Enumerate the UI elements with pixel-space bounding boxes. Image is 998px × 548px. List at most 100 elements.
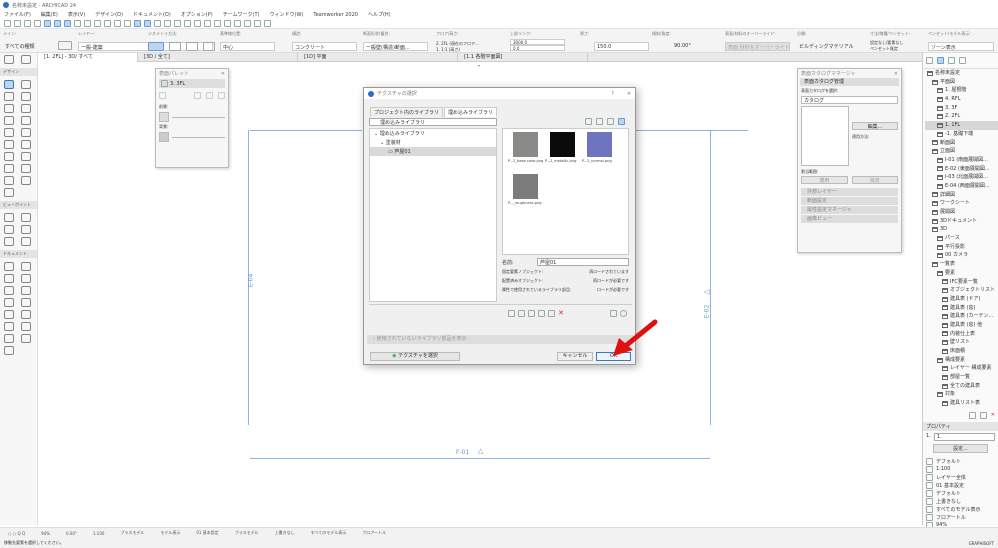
navigator-item[interactable]: 00 カメラ [925, 251, 998, 260]
property-row[interactable]: レイヤー全体 [926, 473, 995, 481]
menu-item[interactable]: ファイル(F) [4, 11, 31, 18]
navigator-item[interactable]: 部屋一覧 [925, 373, 998, 382]
properties-header[interactable]: プロパティ [923, 422, 998, 431]
list-view-icon[interactable] [596, 118, 603, 125]
catalog-list[interactable] [801, 106, 849, 166]
menu-item[interactable]: チームワーク(T) [223, 11, 260, 18]
navigator-item[interactable]: 3. 3F [925, 104, 998, 113]
plan-icon[interactable] [174, 20, 181, 27]
unused-parts-toggle[interactable]: › 使用されていないライブラリ部品を表示 [367, 335, 633, 344]
door-tool-icon[interactable] [20, 128, 31, 137]
wall-tool-icon[interactable] [4, 80, 14, 89]
mesh-tool-icon[interactable] [20, 116, 31, 125]
surface-select[interactable]: 3. 3FL [159, 79, 225, 88]
navigator-item[interactable]: 3Dドキュメント [925, 217, 998, 226]
library-folder-select[interactable]: 埋め込みライブラリ [369, 118, 497, 126]
elevation-marker-e02[interactable]: E-02 [703, 305, 710, 319]
relink-icon[interactable] [538, 309, 546, 317]
texture-thumbnail[interactable] [513, 132, 538, 157]
menu-item[interactable]: Teamworker 2020 [313, 12, 358, 18]
layers-icon[interactable] [144, 20, 151, 27]
info-icon[interactable] [620, 309, 627, 317]
navigator-item[interactable]: 対象 [925, 390, 998, 399]
clone-icon[interactable] [979, 412, 987, 419]
hotspot-tool-icon[interactable] [4, 334, 14, 343]
pick-icon[interactable] [159, 92, 166, 99]
fill-tool-icon[interactable] [20, 298, 31, 307]
foreground-swatch[interactable] [159, 112, 169, 122]
view-tab[interactable]: [1D] 平面 [298, 52, 458, 62]
background-swatch[interactable] [159, 132, 169, 142]
window-icon[interactable] [244, 20, 251, 27]
angle-input[interactable]: 90.00° [652, 42, 707, 51]
arrow-tool-icon[interactable] [4, 55, 14, 64]
zone-tool-icon[interactable] [4, 176, 14, 185]
angle-dim-tool-icon[interactable] [20, 274, 31, 283]
navigator-item[interactable]: レイヤー 構成要素 [925, 364, 998, 373]
arc-tool-icon[interactable] [20, 310, 31, 319]
lamp-tool-icon[interactable] [20, 164, 31, 173]
navigator-item[interactable]: 3D [925, 225, 998, 234]
view-map-icon[interactable] [937, 57, 944, 64]
navigator-item[interactable]: E-02 (東面展開図... [925, 165, 998, 174]
view-tab[interactable]: [1.1 各階平面図] [458, 52, 588, 62]
name-field[interactable]: 芦屋01 [537, 258, 629, 266]
navigator-item[interactable]: I-01 (南面展開図... [925, 156, 998, 165]
menu-item[interactable]: ドキュメント(O) [133, 11, 171, 18]
polyline-tool-icon[interactable] [4, 322, 14, 331]
navigator-item[interactable]: IFC要素一覧 [925, 278, 998, 287]
detail-tool-icon[interactable] [4, 237, 14, 246]
view-tab[interactable]: [1. 2FL] - 3D/ すべて [38, 52, 138, 62]
menu-item[interactable]: 編集(E) [41, 11, 58, 18]
navigator-item[interactable]: 展開図 [925, 208, 998, 217]
layout-book-icon[interactable] [948, 57, 955, 64]
elevation-marker-f01[interactable]: F-01 [456, 449, 469, 456]
texture-thumbnail[interactable] [587, 132, 612, 157]
edit-icon[interactable] [218, 92, 225, 99]
menu-item[interactable]: ヘルプ(H) [368, 11, 391, 18]
corner-window-tool-icon[interactable] [4, 188, 14, 197]
trapezoid-wall-icon[interactable] [203, 42, 215, 51]
straight-wall-icon[interactable] [148, 42, 164, 51]
toolbox-section-viewpoint[interactable]: ビューポイント [0, 201, 37, 209]
stair-tool-icon[interactable] [4, 152, 14, 161]
navigator-item[interactable]: 建具表 (カーテン... [925, 312, 998, 321]
thickness-input[interactable]: 150.0 [594, 42, 649, 51]
foreground-slider[interactable] [172, 116, 225, 118]
redo-icon[interactable] [14, 20, 21, 27]
property-row[interactable]: デフォルト [926, 489, 995, 497]
main-value[interactable]: すべての種類 [3, 42, 53, 51]
navigator-item[interactable]: オブジェクトリスト [925, 286, 998, 295]
layout-icon[interactable] [254, 20, 261, 27]
navigator-item[interactable]: 全ての建具表 [925, 382, 998, 391]
navigator-item[interactable]: 構成要素 [925, 356, 998, 365]
grid-icon[interactable] [74, 20, 81, 27]
section-icon[interactable] [184, 20, 191, 27]
property-row[interactable]: 1:100 [926, 465, 995, 473]
dim-icon[interactable] [124, 20, 131, 27]
spot-elev-tool-icon[interactable] [4, 286, 14, 295]
navigator-item[interactable]: -1. 基礎下端 [925, 130, 998, 139]
navigator-item[interactable]: 2. 2FL [925, 112, 998, 121]
bottom-offset-input[interactable]: 0.0 [510, 45, 565, 51]
radial-dim-tool-icon[interactable] [4, 274, 14, 283]
menu-item[interactable]: ウィンドウ(W) [270, 11, 304, 18]
navigator-item[interactable]: 要素 [925, 269, 998, 278]
dimension-select[interactable]: フロアートル [354, 530, 394, 536]
rename-icon[interactable] [548, 309, 556, 317]
column-tool-icon[interactable] [20, 80, 31, 89]
tree-item-ashiya01[interactable]: ▭ 芦屋01 [370, 147, 496, 156]
navigator-item[interactable]: ワークシート [925, 199, 998, 208]
undo-icon[interactable] [4, 20, 11, 27]
section-header[interactable]: 表面カタログ管理 [800, 78, 899, 86]
object-tool-icon[interactable] [4, 164, 14, 173]
rotation-angle[interactable]: 0.00° [58, 531, 85, 536]
elevation-icon[interactable] [194, 20, 201, 27]
close-icon[interactable]: ✕ [221, 71, 225, 77]
spline-tool-icon[interactable] [20, 322, 31, 331]
search-icon[interactable] [585, 118, 592, 125]
delete-icon[interactable]: ✕ [991, 412, 995, 419]
delete-icon[interactable]: ✕ [558, 309, 564, 317]
brush-icon[interactable] [34, 20, 41, 27]
library-manager-icon[interactable] [610, 309, 617, 317]
